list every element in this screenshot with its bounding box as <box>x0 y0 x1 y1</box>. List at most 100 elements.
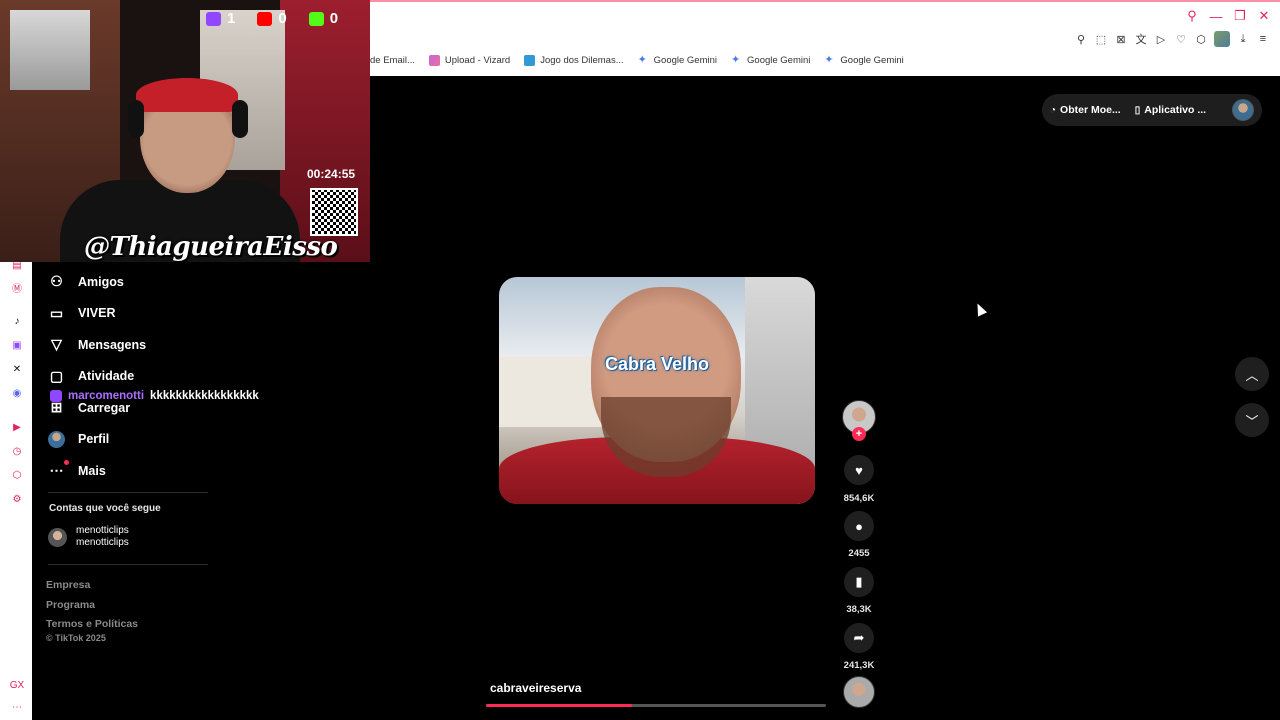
bookmark-email[interactable]: de Email... <box>370 55 415 66</box>
player-icon[interactable]: ▶ <box>10 420 24 434</box>
sidebar-item-activity[interactable]: ▢ Atividade <box>48 361 228 393</box>
extensions-icon[interactable]: ⬡ <box>1194 31 1208 47</box>
comment-icon: ● <box>855 518 863 534</box>
get-coins-label: Obter Moe... <box>1060 104 1121 116</box>
block-icon[interactable]: ⊠ <box>1114 31 1128 47</box>
chat-text: kkkkkkkkkkkkkkkkk <box>150 390 259 402</box>
screen: ⚲ — ❐ ✕ ⚲ ⬚ ⊠ 文 ▷ ♡ ⬡ ⤓ ≡ de Email... Up… <box>0 0 1280 720</box>
tiktok-icon[interactable]: ♪ <box>10 314 24 328</box>
live-icon: ▭ <box>49 304 64 321</box>
close-icon[interactable]: ✕ <box>1256 8 1272 24</box>
video-player[interactable]: Cabra Velho <box>499 277 815 504</box>
x-icon[interactable]: ✕ <box>10 362 24 376</box>
headset-icon <box>128 100 144 138</box>
more-icon[interactable]: ⋯ <box>10 700 24 714</box>
footer-link-company[interactable]: Empresa <box>46 576 138 596</box>
footer-links: Empresa Programa Termos e Políticas <box>46 576 138 635</box>
tiktok-sidebar-nav: ⚇ Amigos ▭ VIVER ▽ Mensagens ▢ Atividade… <box>48 266 228 487</box>
sidebar-item-friends[interactable]: ⚇ Amigos <box>48 266 228 298</box>
messages-icon: ▽ <box>51 336 62 353</box>
activity-icon: ▢ <box>49 367 64 384</box>
music-disc-avatar[interactable] <box>843 676 875 708</box>
heart-icon[interactable]: ♡ <box>1174 31 1188 47</box>
gx-icon[interactable]: GX <box>10 678 24 692</box>
menu-icon[interactable]: ≡ <box>1256 31 1270 47</box>
following-account[interactable]: menotticlips menotticlips <box>48 525 129 549</box>
bookmark-vizard[interactable]: Upload - Vizard <box>428 55 511 66</box>
translate-icon[interactable]: 文 <box>1134 31 1148 47</box>
sidebar-item-messages[interactable]: ▽ Mensagens <box>48 329 228 361</box>
notification-dot <box>64 460 69 466</box>
bookmark-label: de Email... <box>370 55 415 66</box>
bookmark-label: Google Gemini <box>840 55 904 66</box>
following-handle: menotticlips <box>76 537 129 548</box>
chevron-up-icon: ︿ <box>1245 367 1259 383</box>
sidebar-item-label: Perfil <box>78 432 110 447</box>
phone-icon: ▯ <box>1134 104 1141 116</box>
copyright: © TikTok 2025 <box>46 633 106 643</box>
next-video-button[interactable]: ﹀ <box>1235 403 1269 437</box>
minimize-icon[interactable]: — <box>1208 8 1224 24</box>
bookmark-label: Upload - Vizard <box>444 55 511 66</box>
bookmark-gemini[interactable]: ✦ Google Gemini <box>637 54 718 67</box>
video-progress-bar[interactable] <box>486 704 826 707</box>
sidebar-item-profile[interactable]: Perfil <box>48 424 228 456</box>
like-button[interactable]: ♥ <box>844 455 874 485</box>
user-avatar[interactable] <box>1232 99 1254 121</box>
restore-icon[interactable]: ❐ <box>1232 8 1248 24</box>
sidebar-item-label: Amigos <box>78 274 124 289</box>
search-icon[interactable]: ⚲ <box>1184 8 1200 24</box>
gemini-icon: ✦ <box>731 54 741 66</box>
snapshot-icon[interactable]: ⬚ <box>1094 31 1108 47</box>
gemini-icon: ✦ <box>637 54 647 66</box>
bookmark-label: Google Gemini <box>747 55 811 66</box>
history-icon[interactable]: ◷ <box>10 444 24 458</box>
settings-icon[interactable]: ⚙ <box>10 492 24 506</box>
kick-icon <box>308 11 324 26</box>
get-app-button[interactable]: ▯ Aplicativo ... <box>1135 104 1206 116</box>
divider <box>48 564 208 565</box>
streamer-webcam: 1 0 0 00:24:55 <box>0 0 370 262</box>
stream-timer: 00:24:55 <box>307 167 356 181</box>
get-coins-button[interactable]: ◔ Obter Moe... <box>1050 104 1121 116</box>
more-icon: ⋯ <box>48 460 69 479</box>
following-name: menotticlips <box>76 525 129 536</box>
youtube-counter: 0 <box>257 10 287 27</box>
browser-toolbar: ⚲ ⬚ ⊠ 文 ▷ ♡ ⬡ ⤓ ≡ <box>1074 31 1270 47</box>
pin-icon[interactable]: ⚲ <box>1074 31 1088 47</box>
extensions-icon[interactable]: ⬡ <box>10 468 24 482</box>
follow-plus-icon[interactable]: + <box>852 427 866 441</box>
download-icon[interactable]: ⤓ <box>1236 31 1250 47</box>
friends-icon: ⚇ <box>50 273 63 290</box>
headset-icon <box>232 100 248 138</box>
previous-video-button[interactable]: ︿ <box>1235 357 1269 391</box>
comment-count: 2455 <box>848 548 870 559</box>
footer-link-program[interactable]: Programa <box>46 596 138 616</box>
bookmark-gemini[interactable]: ✦ Google Gemini <box>731 54 811 67</box>
sidebar-item-more[interactable]: ⋯ Mais <box>48 455 228 487</box>
coin-icon: ◔ <box>1050 104 1057 116</box>
sidebar-item-live[interactable]: ▭ VIVER <box>48 298 228 330</box>
send-icon[interactable]: ▷ <box>1154 31 1168 47</box>
messenger-icon[interactable]: Ⓜ <box>10 280 24 295</box>
video-author[interactable]: cabraveireserva <box>490 681 581 695</box>
footer-link-terms[interactable]: Termos e Políticas <box>46 615 138 635</box>
counter-value: 1 <box>227 10 236 27</box>
save-button[interactable]: ▮ <box>844 567 874 597</box>
webcam-window <box>10 10 90 90</box>
discord-icon[interactable]: ◉ <box>10 386 24 400</box>
profile-extension-icon[interactable] <box>1214 31 1230 47</box>
share-icon: ➦ <box>853 630 865 645</box>
bookmark-gemini[interactable]: ✦ Google Gemini <box>824 55 904 67</box>
heart-icon: ♥ <box>855 462 863 478</box>
twitch-icon[interactable]: ▣ <box>10 338 24 352</box>
divider <box>48 492 208 493</box>
bookmark-jogo[interactable]: Jogo dos Dilemas... <box>524 55 624 66</box>
following-account-text: menotticlips menotticlips <box>76 525 129 549</box>
bookmark-label: Google Gemini <box>653 55 718 66</box>
following-title: Contas que você segue <box>49 503 161 514</box>
comment-button[interactable]: ● <box>844 511 874 541</box>
chat-username: marcomenotti <box>68 390 145 402</box>
share-button[interactable]: ➦ <box>844 623 874 653</box>
bookmark-label: Jogo dos Dilemas... <box>540 55 624 66</box>
